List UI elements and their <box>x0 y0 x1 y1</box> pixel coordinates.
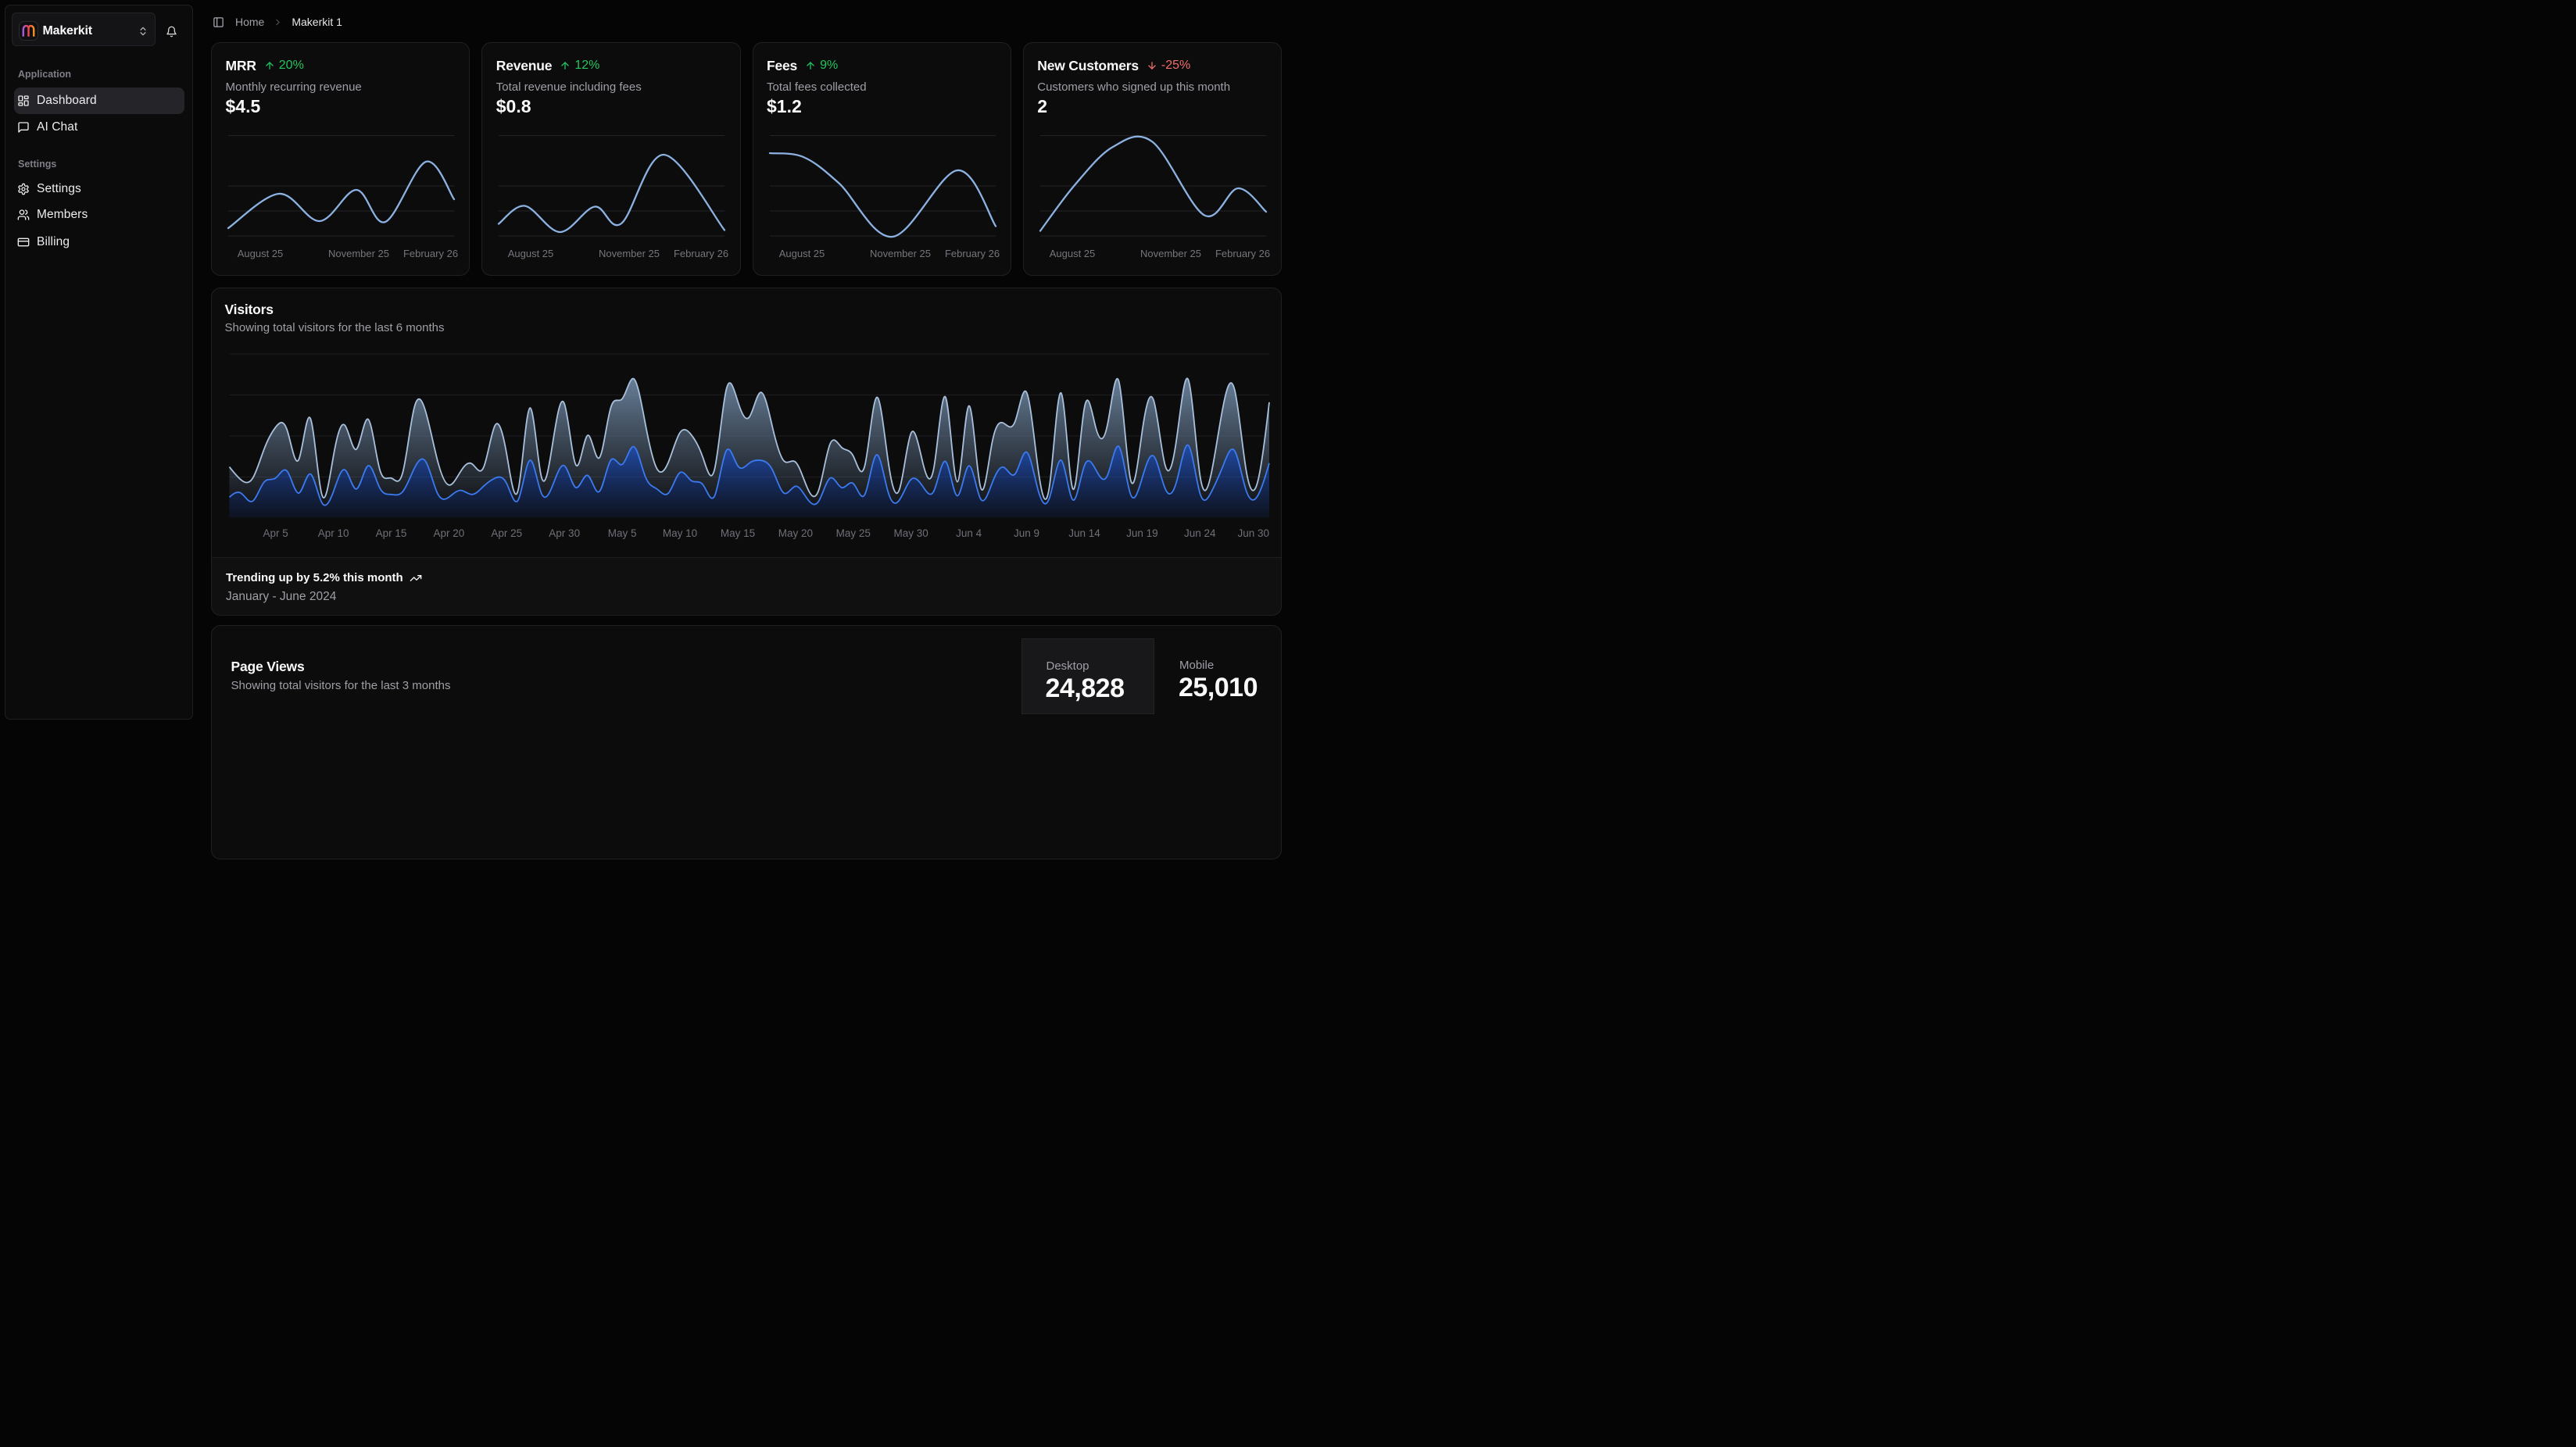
svg-text:May 20: May 20 <box>778 527 813 539</box>
svg-text:Jun 24: Jun 24 <box>1184 527 1216 539</box>
svg-text:Jun 19: Jun 19 <box>1126 527 1158 539</box>
svg-text:May 30: May 30 <box>894 527 928 539</box>
svg-text:Jun 4: Jun 4 <box>956 527 982 539</box>
svg-text:Apr 15: Apr 15 <box>376 527 407 539</box>
svg-text:Jun 30: Jun 30 <box>1237 527 1269 539</box>
svg-text:Apr 30: Apr 30 <box>549 527 580 539</box>
svg-text:Jun 14: Jun 14 <box>1068 527 1100 539</box>
svg-text:May 15: May 15 <box>721 527 755 539</box>
svg-text:Apr 25: Apr 25 <box>491 527 522 539</box>
svg-text:Apr 20: Apr 20 <box>434 527 465 539</box>
svg-text:May 25: May 25 <box>836 527 871 539</box>
svg-text:Jun 9: Jun 9 <box>1014 527 1039 539</box>
svg-text:Apr 10: Apr 10 <box>318 527 349 539</box>
svg-text:May 5: May 5 <box>608 527 637 539</box>
svg-text:May 10: May 10 <box>663 527 697 539</box>
svg-text:Apr 5: Apr 5 <box>263 527 288 539</box>
